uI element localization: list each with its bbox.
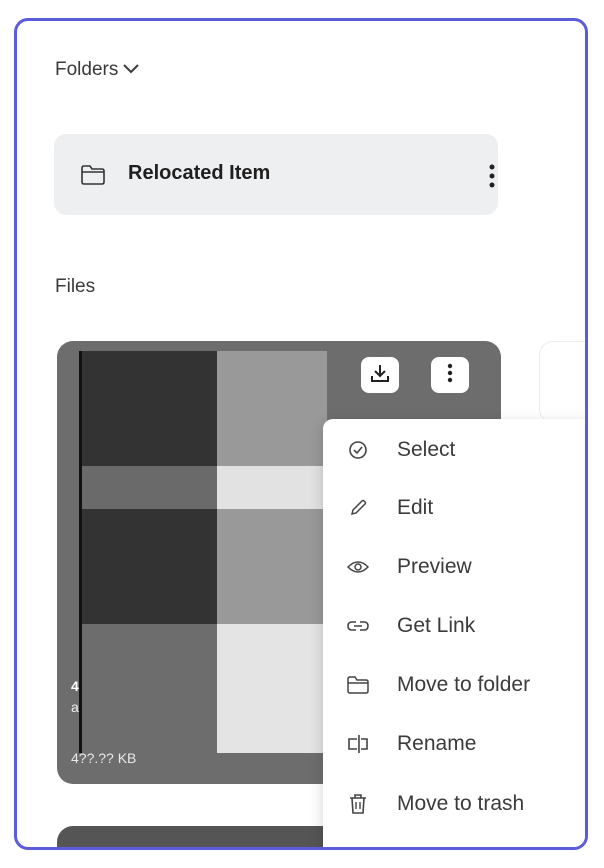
pencil-icon	[347, 497, 369, 519]
file-thumbnail	[79, 351, 327, 753]
folder-name: Relocated Item	[128, 162, 271, 184]
more-vertical-icon	[446, 362, 454, 389]
eye-icon	[347, 556, 369, 578]
check-circle-icon	[347, 439, 369, 461]
menu-item-edit[interactable]: Edit	[323, 483, 585, 533]
file-browser-panel: Folders Relocated Item Files 4 a 4??.??	[14, 18, 588, 850]
files-label: Files	[55, 276, 96, 297]
file-card-partial[interactable]	[539, 341, 585, 423]
folders-section-toggle[interactable]: Folders	[55, 59, 140, 81]
menu-item-rename[interactable]: Rename	[323, 719, 585, 769]
menu-item-preview[interactable]: Preview	[323, 542, 585, 592]
download-icon	[369, 362, 391, 389]
file-context-menu: Select Edit Preview Get Link Move to fol…	[323, 419, 585, 847]
download-button[interactable]	[361, 357, 399, 393]
menu-item-label: Get Link	[397, 614, 476, 637]
file-more-button[interactable]	[431, 357, 469, 393]
menu-item-get-link[interactable]: Get Link	[323, 601, 585, 651]
rename-icon	[347, 733, 369, 755]
menu-item-move-to-trash[interactable]: Move to trash	[323, 779, 585, 829]
menu-item-move-to-folder[interactable]: Move to folder	[323, 660, 585, 710]
folder-more-button[interactable]	[482, 162, 502, 190]
file-title: 4	[71, 678, 79, 694]
chevron-down-icon	[122, 59, 140, 81]
menu-item-label: Select	[397, 438, 456, 461]
menu-item-label: Rename	[397, 732, 477, 755]
folders-label: Folders	[55, 59, 119, 80]
menu-item-label: Move to trash	[397, 792, 525, 815]
file-size: 4??.?? KB	[71, 750, 137, 766]
menu-item-label: Preview	[397, 555, 472, 578]
folder-item[interactable]: Relocated Item	[54, 134, 498, 215]
menu-item-label: Move to folder	[397, 673, 531, 696]
trash-icon	[347, 793, 369, 815]
folder-icon	[347, 674, 369, 696]
menu-item-label: Edit	[397, 496, 434, 519]
file-subtitle: a	[71, 699, 79, 715]
folder-icon	[80, 164, 106, 191]
link-icon	[347, 615, 369, 637]
menu-item-select[interactable]: Select	[323, 425, 585, 475]
